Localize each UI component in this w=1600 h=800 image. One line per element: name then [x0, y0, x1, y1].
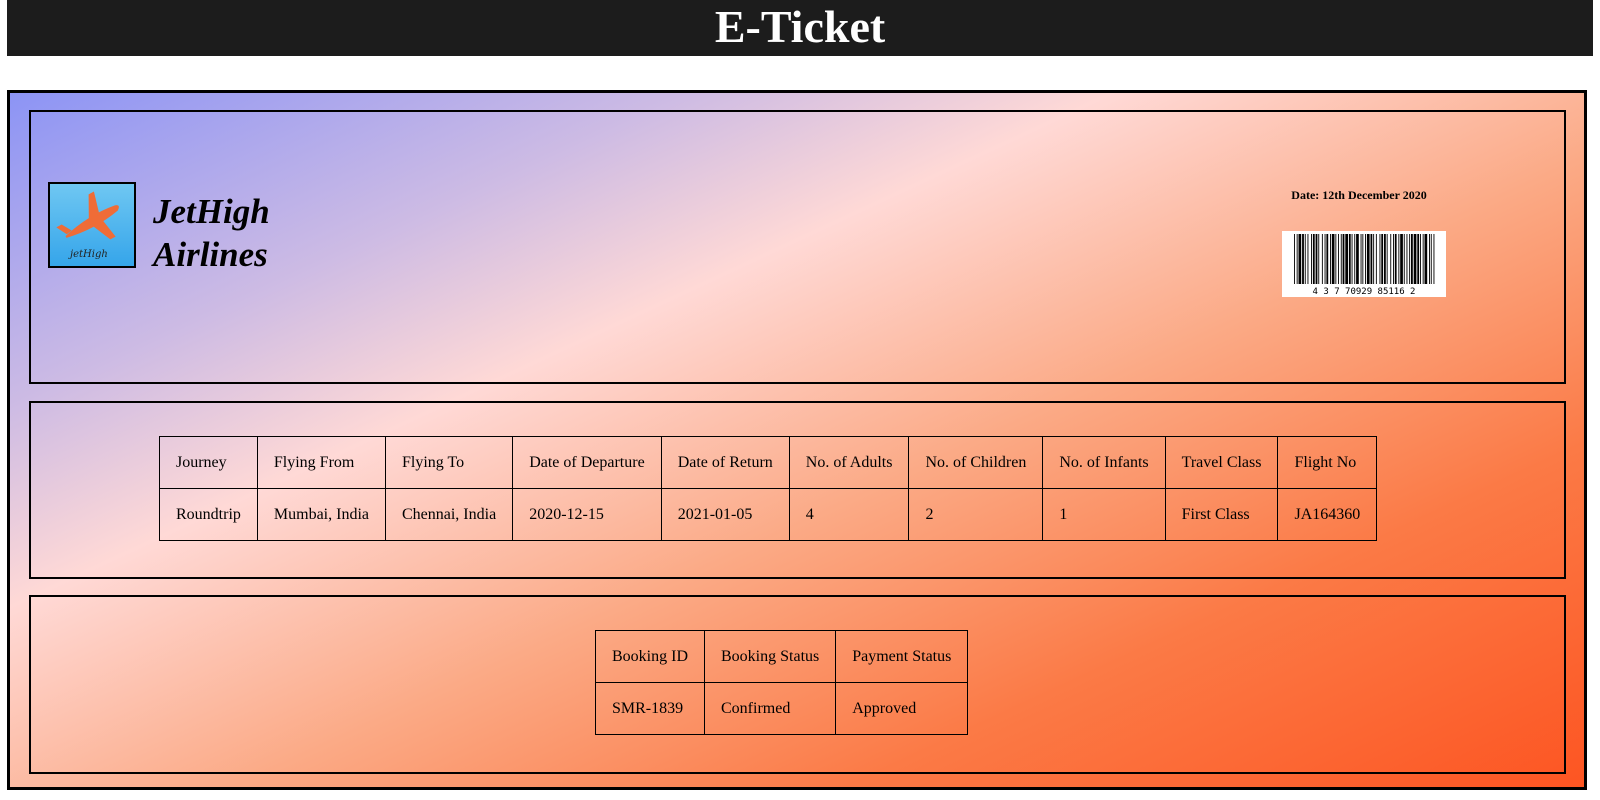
barcode-bar	[1296, 234, 1298, 284]
barcode-bar	[1321, 234, 1323, 284]
ticket-date: Date: 12th December 2020	[1291, 188, 1427, 202]
barcode-bar	[1386, 234, 1388, 284]
barcode-bar	[1384, 234, 1386, 284]
header-journey: Journey	[159, 436, 258, 489]
barcode-bar	[1338, 234, 1339, 284]
header-date-of-departure: Date of Departure	[512, 436, 662, 489]
barcode-bar	[1335, 234, 1337, 284]
barcode-bar	[1356, 234, 1359, 284]
header-date-of-return: Date of Return	[660, 436, 790, 489]
table-row: Roundtrip Mumbai, India Chennai, India 2…	[159, 488, 1378, 541]
barcode-bar	[1411, 234, 1413, 284]
airline-name: JetHigh Airlines	[153, 190, 270, 276]
airline-logo: jetHigh	[48, 182, 136, 268]
journey-table: Journey Flying From Flying To Date of De…	[159, 436, 1378, 541]
barcode-bar	[1394, 234, 1397, 284]
logo-signature: jetHigh	[68, 249, 108, 260]
header-no-of-infants: No. of Infants	[1042, 436, 1166, 489]
cell-date-of-departure: 2020-12-15	[512, 488, 662, 541]
barcode-bar	[1400, 234, 1403, 284]
header-booking-status: Booking Status	[703, 630, 837, 683]
barcode-bar	[1365, 234, 1366, 284]
barcode-bar	[1311, 234, 1312, 284]
barcode-bar	[1375, 234, 1377, 284]
barcode-bar	[1390, 234, 1392, 284]
barcode-bar	[1354, 234, 1356, 284]
cell-booking-id: SMR-1839	[595, 682, 705, 735]
header-booking-id: Booking ID	[595, 630, 705, 683]
cell-no-of-infants: 1	[1042, 488, 1166, 541]
journey-panel: Journey Flying From Flying To Date of De…	[29, 401, 1566, 579]
barcode-bar	[1326, 234, 1329, 284]
barcode-bar	[1351, 234, 1353, 284]
barcode-bar	[1348, 234, 1351, 284]
barcode-bar	[1409, 234, 1411, 284]
booking-panel: Booking ID Booking Status Payment Status…	[29, 595, 1566, 774]
barcode-bar	[1430, 234, 1432, 284]
barcode-bar	[1379, 234, 1381, 284]
cell-no-of-children: 2	[908, 488, 1044, 541]
booking-table: Booking ID Booking Status Payment Status…	[595, 630, 969, 735]
barcode-bar	[1413, 234, 1417, 284]
barcode-bar	[1429, 234, 1430, 284]
header-payment-status: Payment Status	[835, 630, 969, 683]
airline-name-line1: JetHigh	[153, 192, 270, 231]
barcode-bar	[1324, 234, 1326, 284]
header-flying-to: Flying To	[384, 436, 514, 489]
barcode-bar	[1331, 234, 1335, 284]
barcode-graphic: 4 3 7 70929 85116 2	[1294, 234, 1435, 297]
header-no-of-children: No. of Children	[908, 436, 1044, 489]
barcode-bar	[1304, 234, 1306, 284]
barcode-bar	[1294, 234, 1295, 284]
cell-journey: Roundtrip	[159, 488, 258, 541]
barcode-bar	[1433, 234, 1435, 284]
barcode-bar	[1302, 234, 1304, 284]
header-travel-class: Travel Class	[1164, 436, 1279, 489]
cell-booking-status: Confirmed	[703, 682, 837, 735]
table-header-row: Booking ID Booking Status Payment Status	[595, 630, 969, 683]
table-row: SMR-1839 Confirmed Approved	[595, 682, 969, 735]
cell-no-of-adults: 4	[788, 488, 910, 541]
barcode-bar	[1366, 234, 1370, 284]
cell-travel-class: First Class	[1164, 488, 1279, 541]
header-flight-no: Flight No	[1277, 436, 1378, 489]
barcode-bar	[1424, 234, 1428, 284]
header-no-of-adults: No. of Adults	[788, 436, 910, 489]
barcode-bar	[1373, 234, 1375, 284]
e-ticket-card: jetHigh JetHigh Airlines Date: 12th Dece…	[7, 90, 1587, 790]
ticket-header-panel: jetHigh JetHigh Airlines Date: 12th Dece…	[29, 110, 1566, 384]
barcode: 4 3 7 70929 85116 2	[1282, 231, 1446, 297]
header-flying-from: Flying From	[256, 436, 386, 489]
barcode-bar	[1398, 234, 1400, 284]
table-header-row: Journey Flying From Flying To Date of De…	[159, 436, 1378, 489]
barcode-bar	[1307, 234, 1309, 284]
barcode-bar	[1312, 234, 1315, 284]
barcode-bar	[1345, 234, 1348, 284]
cell-date-of-return: 2021-01-05	[660, 488, 790, 541]
barcode-bar	[1315, 234, 1318, 284]
airplane-icon: jetHigh	[56, 191, 119, 260]
airline-name-line2: Airlines	[153, 235, 268, 274]
barcode-bar	[1370, 234, 1373, 284]
cell-flight-no: JA164360	[1277, 488, 1378, 541]
cell-payment-status: Approved	[835, 682, 969, 735]
barcode-bar	[1340, 234, 1342, 284]
barcode-bar	[1403, 234, 1405, 284]
cell-flying-from: Mumbai, India	[256, 488, 386, 541]
barcode-number: 4 3 7 70929 85116 2	[1313, 287, 1416, 297]
page-title: E-Ticket	[7, 0, 1593, 56]
barcode-bar	[1362, 234, 1364, 284]
barcode-bar	[1422, 234, 1424, 284]
barcode-bar	[1342, 234, 1345, 284]
barcode-bar	[1330, 234, 1331, 284]
barcode-bar	[1420, 234, 1421, 284]
barcode-bar	[1318, 234, 1320, 284]
barcode-bar	[1393, 234, 1394, 284]
barcode-bar	[1360, 234, 1362, 284]
barcode-bar	[1406, 234, 1408, 284]
barcode-bar	[1381, 234, 1384, 284]
barcode-bar	[1417, 234, 1420, 284]
barcode-bar	[1298, 234, 1302, 284]
cell-flying-to: Chennai, India	[384, 488, 514, 541]
